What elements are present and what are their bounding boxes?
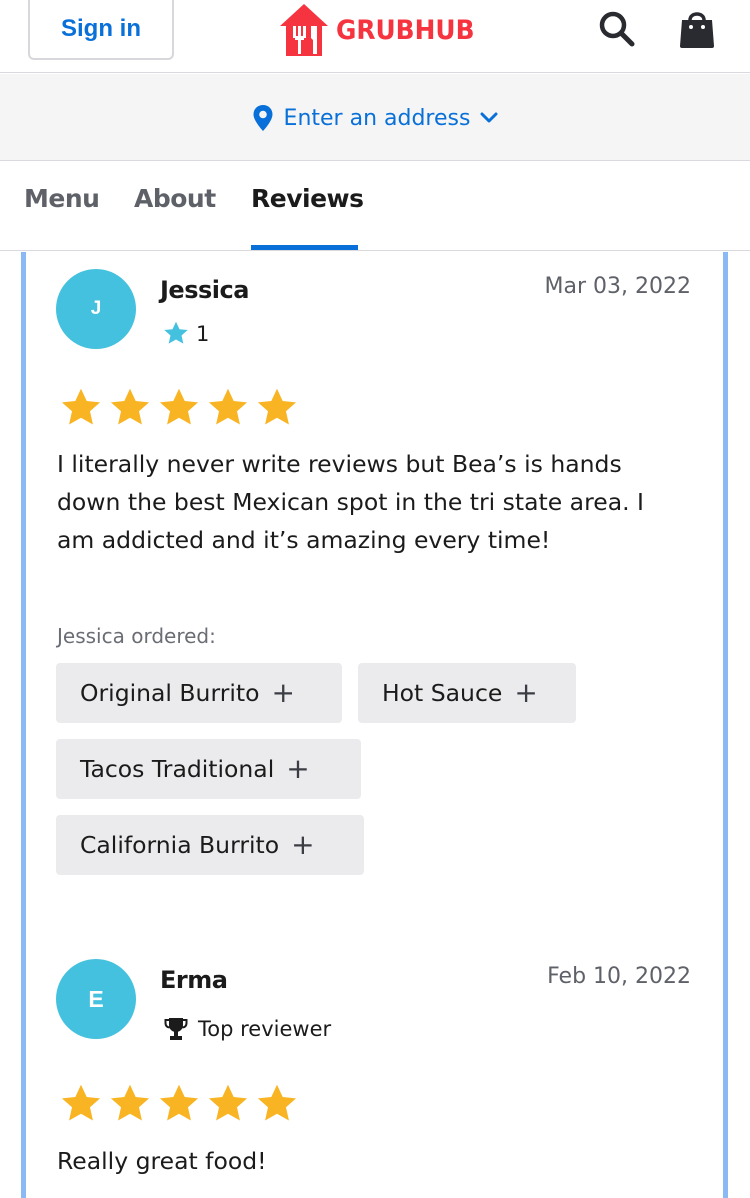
star-icon [257,1084,297,1121]
reviewer-badge: Top reviewer [164,1016,331,1042]
grubhub-house-icon [280,4,328,56]
reviewer-name: Jessica [160,276,249,304]
plus-icon: + [291,828,315,861]
logo-text: GRUBHUB [336,14,475,46]
address-placeholder: Enter an address [283,105,471,131]
ordered-item-chip[interactable]: Original Burrito + [56,663,342,723]
review-count-value: 1 [196,321,210,346]
top-header: Sign in GRUBHUB [0,0,750,73]
sign-in-button[interactable]: Sign in [28,0,174,60]
ordered-item-label: Hot Sauce [382,679,503,707]
star-icon [110,1084,150,1121]
active-tab-indicator [251,245,358,250]
ordered-item-label: Tacos Traditional [80,755,275,783]
star-icon [164,321,188,344]
ordered-item-label: California Burrito [80,831,280,859]
star-icon [257,388,297,425]
reviewer-review-count: 1 [162,320,209,347]
rating-stars [58,386,300,430]
rating-stars [58,1082,300,1126]
badge-label: Top reviewer [198,1017,332,1041]
star-icon [159,1084,199,1121]
tab-about[interactable]: About [134,184,216,213]
star-icon [208,1084,248,1121]
review-text: Really great food! [57,1147,267,1175]
address-bar[interactable]: Enter an address [0,74,750,161]
avatar: J [56,269,136,349]
plus-icon: + [514,676,538,709]
star-icon [61,1084,101,1121]
review-date: Mar 03, 2022 [544,274,691,299]
star-icon [159,388,199,425]
plus-icon: + [286,752,310,785]
chevron-down-icon [480,112,498,123]
reviews-panel: J Jessica Mar 03, 2022 1 I literally nev… [21,252,728,1198]
search-icon[interactable] [596,8,638,50]
star-icon [110,388,150,425]
plus-icon: + [271,676,295,709]
ordered-item-chip[interactable]: Tacos Traditional + [56,739,361,799]
ordered-label: Jessica ordered: [57,624,216,648]
star-icon [61,388,101,425]
grubhub-logo[interactable]: GRUBHUB [278,2,487,58]
review-date: Feb 10, 2022 [547,964,691,989]
avatar: E [56,959,136,1039]
reviewer-name: Erma [160,966,228,994]
location-pin-icon [253,105,273,131]
review-text: I literally never write reviews but Bea’… [57,450,644,554]
ordered-item-chip[interactable]: California Burrito + [56,815,364,875]
ordered-item-chip[interactable]: Hot Sauce + [358,663,576,723]
trophy-icon [164,1018,188,1040]
tab-reviews[interactable]: Reviews [251,184,364,213]
shopping-bag-icon[interactable] [676,8,718,50]
ordered-item-label: Original Burrito [80,679,260,707]
star-icon [208,388,248,425]
tab-bar: Menu About Reviews [0,162,750,251]
tab-menu[interactable]: Menu [24,184,100,213]
